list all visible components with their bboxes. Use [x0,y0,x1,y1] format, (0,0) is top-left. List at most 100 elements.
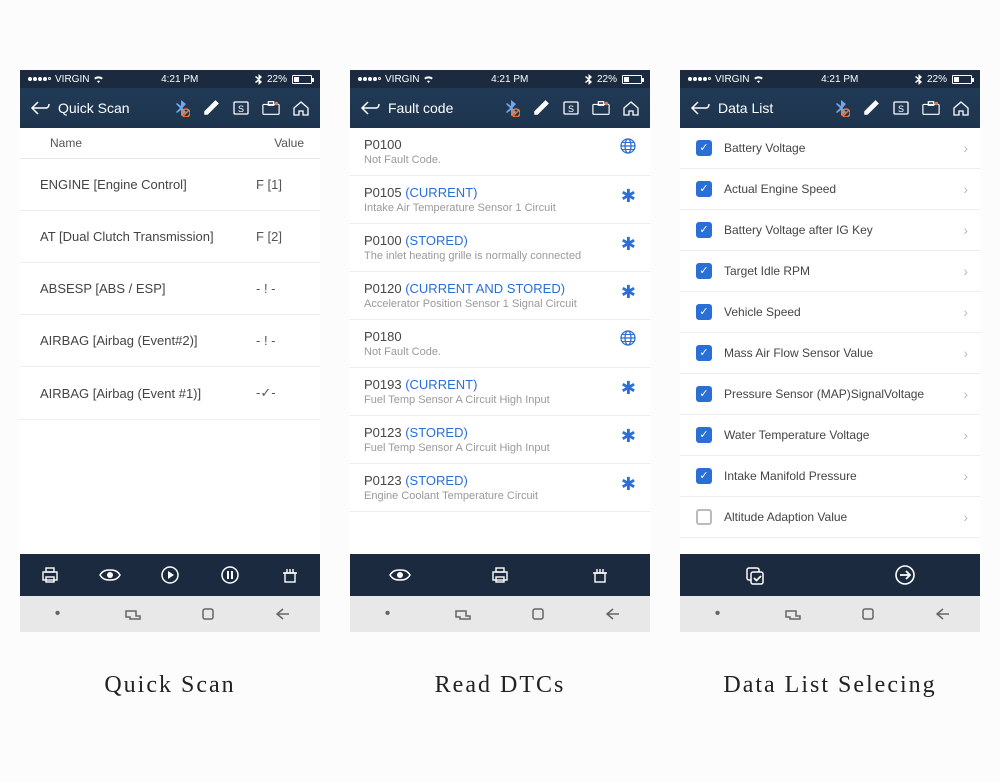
checkbox[interactable]: ✓ [696,345,712,361]
chevron-right-icon: › [963,468,968,484]
fault-row[interactable]: P0105 (CURRENT)Intake Air Temperature Se… [350,176,650,224]
checkbox[interactable]: ✓ [696,427,712,443]
freeze-icon[interactable]: ✱ [621,186,636,207]
freeze-icon[interactable]: ✱ [621,474,636,495]
clear-button[interactable] [550,566,650,584]
checkbox[interactable]: ✓ [696,140,712,156]
globe-icon[interactable] [620,330,636,351]
battery-pct: 22% [267,74,287,85]
edit-icon[interactable] [862,99,880,117]
checkbox[interactable]: ✓ [696,181,712,197]
back-nav[interactable] [905,607,980,621]
fault-row[interactable]: P0123 (STORED)Fuel Temp Sensor A Circuit… [350,416,650,464]
fault-row[interactable]: P0123 (STORED)Engine Coolant Temperature… [350,464,650,512]
data-list-row[interactable]: ✓Intake Manifold Pressure› [680,456,980,497]
back-icon[interactable] [690,100,712,116]
checkbox[interactable]: ✓ [696,386,712,402]
freeze-icon[interactable]: ✱ [621,426,636,447]
print-button[interactable] [450,566,550,584]
navbar: Data List S [680,88,980,128]
recents-nav[interactable] [95,607,170,621]
save-icon[interactable]: S [232,99,250,117]
camera-icon[interactable] [262,99,280,117]
home-icon[interactable] [952,99,970,117]
print-button[interactable] [20,566,80,584]
dot-nav[interactable]: • [350,605,425,623]
freeze-icon[interactable]: ✱ [621,378,636,399]
bluetooth-icon [585,74,592,85]
table-row[interactable]: AT [Dual Clutch Transmission]F [2] [20,211,320,263]
camera-icon[interactable] [592,99,610,117]
edit-icon[interactable] [532,99,550,117]
back-icon[interactable] [30,100,52,116]
checkbox[interactable]: ✓ [696,222,712,238]
chevron-right-icon: › [963,345,968,361]
view-button[interactable] [350,568,450,582]
view-button[interactable] [80,568,140,582]
bluetooth-disabled-icon[interactable] [502,99,520,117]
table-row[interactable]: AIRBAG [Airbag (Event #1)]-✓- [20,367,320,420]
data-list-row[interactable]: ✓Target Idle RPM› [680,251,980,292]
data-list-label: Actual Engine Speed [724,182,963,196]
back-nav[interactable] [575,607,650,621]
clear-button[interactable] [260,566,320,584]
table-row[interactable]: ENGINE [Engine Control]F [1] [20,159,320,211]
data-list-row[interactable]: ✓Battery Voltage› [680,128,980,169]
status-bar: VIRGIN 4:21 PM 22% [350,70,650,88]
bluetooth-disabled-icon[interactable] [172,99,190,117]
carrier-label: VIRGIN [55,74,89,85]
checkbox[interactable] [696,509,712,525]
home-icon[interactable] [622,99,640,117]
edit-icon[interactable] [202,99,220,117]
chevron-right-icon: › [963,263,968,279]
table-row[interactable]: ABSESP [ABS / ESP]- ! - [20,263,320,315]
data-list-label: Mass Air Flow Sensor Value [724,346,963,360]
fault-row[interactable]: P0120 (CURRENT AND STORED)Accelerator Po… [350,272,650,320]
fault-row[interactable]: P0193 (CURRENT)Fuel Temp Sensor A Circui… [350,368,650,416]
freeze-icon[interactable]: ✱ [621,282,636,303]
data-list-row[interactable]: ✓ Mass Air Flow Sensor Value› [680,333,980,374]
checkbox[interactable]: ✓ [696,468,712,484]
data-list-label: Battery Voltage after IG Key [724,223,963,237]
back-nav[interactable] [245,607,320,621]
globe-icon[interactable] [620,138,636,159]
select-all-button[interactable] [680,565,830,585]
recents-nav[interactable] [425,607,500,621]
fault-row[interactable]: P0100Not Fault Code. [350,128,650,176]
proceed-button[interactable] [830,564,980,586]
dot-nav[interactable]: • [20,605,95,623]
dot-nav[interactable]: • [680,605,755,623]
fault-row[interactable]: P0100 (STORED)The inlet heating grille i… [350,224,650,272]
camera-icon[interactable] [922,99,940,117]
freeze-icon[interactable]: ✱ [621,234,636,255]
content: Name Value ENGINE [Engine Control]F [1] … [20,128,320,554]
header-value: Value [274,136,304,150]
play-button[interactable] [140,565,200,585]
table-header: Name Value [20,128,320,159]
fault-row[interactable]: P0180Not Fault Code. [350,320,650,368]
pause-button[interactable] [200,565,260,585]
home-nav[interactable] [500,607,575,621]
data-list-row[interactable]: ✓Actual Engine Speed› [680,169,980,210]
data-list-row[interactable]: ✓Water Temperature Voltage› [680,415,980,456]
chevron-right-icon: › [963,386,968,402]
action-bar [350,554,650,596]
data-list-row[interactable]: ✓Pressure Sensor (MAP)SignalVoltage› [680,374,980,415]
bluetooth-disabled-icon[interactable] [832,99,850,117]
navbar: Quick Scan S [20,88,320,128]
table-row[interactable]: AIRBAG [Airbag (Event#2)]- ! - [20,315,320,367]
back-icon[interactable] [360,100,382,116]
recents-nav[interactable] [755,607,830,621]
data-list-row[interactable]: Altitude Adaption Value› [680,497,980,538]
home-nav[interactable] [170,607,245,621]
checkbox[interactable]: ✓ [696,263,712,279]
checkbox[interactable]: ✓ [696,304,712,320]
save-icon[interactable]: S [562,99,580,117]
system-nav-bar: • [20,596,320,632]
data-list-row[interactable]: ✓Battery Voltage after IG Key› [680,210,980,251]
save-icon[interactable]: S [892,99,910,117]
home-nav[interactable] [830,607,905,621]
home-icon[interactable] [292,99,310,117]
data-list-row[interactable]: ✓Vehicle Speed› [680,292,980,333]
caption-quick-scan: Quick Scan [20,672,320,699]
